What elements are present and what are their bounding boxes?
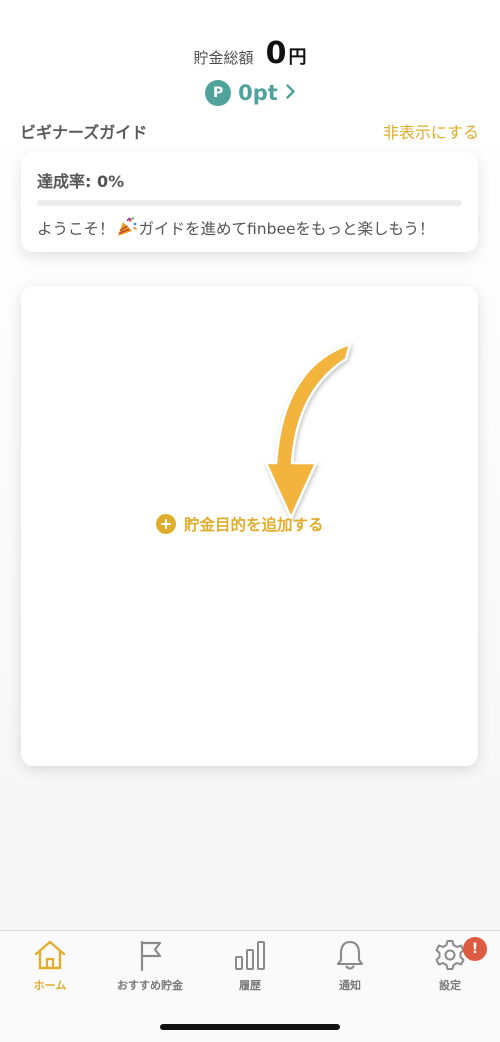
total-savings-value: 0 [265,36,287,71]
tab-notifications[interactable]: 通知 [300,939,400,1005]
add-goal-label: 貯金目的を追加する [184,516,324,534]
bar-chart-icon [235,941,265,970]
total-savings: 貯金総額 0 円 [0,36,500,71]
home-icon [34,940,66,970]
guide-message: ようこそ！ ガイドを進めてfinbeeをもっと楽しもう！ [37,216,467,242]
total-savings-label: 貯金総額 [193,49,254,67]
guide-message-intro: ようこそ！ [37,220,115,238]
add-goal-button[interactable]: 貯金目的を追加する [156,513,324,535]
progress-label: 達成率: 0% [37,172,125,191]
points-value: 0pt [238,81,278,105]
curved-arrow-icon [264,342,352,522]
progress-bar [37,200,462,206]
guide-title: ビギナーズガイド [20,123,148,142]
home-indicator [160,1024,340,1030]
guide-card[interactable]: 達成率: 0% ようこそ！ ガイドを進めてfinbeeをもっと楽しもう！ [21,152,478,252]
bell-icon [336,940,364,970]
savings-goals-card: 貯金目的を追加する [21,286,478,766]
alert-badge: ! [463,937,487,961]
tab-home[interactable]: ホーム [0,939,100,1005]
points-link[interactable]: P 0pt [0,80,500,106]
total-savings-unit: 円 [288,47,307,68]
points-icon: P [205,80,232,106]
tab-recommended-savings[interactable]: おすすめ貯金 [100,939,200,1005]
tab-history[interactable]: 履歴 [200,939,300,1005]
tab-settings[interactable]: 設定 ! [400,937,500,1005]
tab-label: 通知 [339,979,361,992]
tab-label: 履歴 [239,979,261,992]
hide-guide-button[interactable]: 非表示にする [383,119,479,143]
gear-icon [435,940,465,970]
party-popper-icon [116,216,138,242]
guide-message-body: ガイドを進めてfinbeeをもっと楽しもう！ [138,220,435,238]
flag-icon [140,940,162,971]
chevron-right-icon [286,83,295,103]
plus-circle-icon [156,514,176,534]
tab-label: ホーム [33,979,67,992]
tab-label: 設定 [439,979,461,992]
tab-label: おすすめ貯金 [117,979,183,992]
